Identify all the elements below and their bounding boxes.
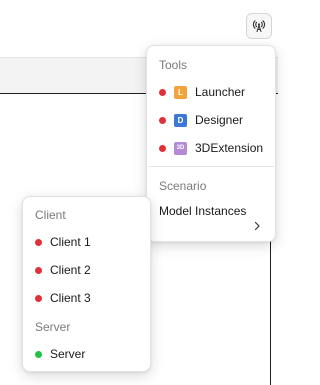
client-item-label: Client 3	[50, 291, 91, 305]
client-item-1[interactable]: Client 1	[35, 232, 91, 252]
tools-dropdown-menu: Tools L Launcher D Designer 3D 3DExtensi…	[146, 45, 276, 242]
server-item-label: Server	[50, 347, 86, 361]
tool-item-designer[interactable]: D Designer	[159, 110, 243, 130]
tool-item-label: Launcher	[195, 85, 246, 99]
3dextension-icon: 3D	[174, 141, 187, 155]
broadcast-antenna-icon	[252, 19, 266, 33]
designer-icon: D	[174, 113, 187, 127]
status-dot-red	[35, 238, 42, 246]
tool-item-label: Designer	[195, 113, 244, 127]
status-dot-red	[159, 116, 166, 124]
status-dot-red	[159, 88, 166, 96]
server-item[interactable]: Server	[35, 344, 85, 364]
menu-divider	[148, 166, 274, 167]
client-item-3[interactable]: Client 3	[35, 288, 91, 308]
chevron-right-icon	[253, 218, 261, 231]
status-dot-red	[159, 144, 166, 152]
model-instances-menu-item[interactable]: Model Instances	[159, 204, 265, 219]
client-item-2[interactable]: Client 2	[35, 260, 91, 280]
connection-status-button[interactable]	[246, 13, 272, 39]
tool-item-label: 3DExtension	[195, 141, 264, 155]
tools-heading: Tools	[159, 58, 188, 72]
server-heading: Server	[35, 320, 71, 334]
tool-item-3dextension[interactable]: 3D 3DExtension	[159, 138, 263, 158]
scenario-heading: Scenario	[159, 179, 207, 193]
tool-item-launcher[interactable]: L Launcher	[159, 82, 245, 102]
launcher-icon: L	[174, 85, 187, 99]
status-dot-red	[35, 266, 42, 274]
status-dot-green	[35, 350, 42, 358]
client-heading: Client	[35, 208, 66, 222]
status-dot-red	[35, 294, 42, 302]
client-server-dropdown-menu: Client Client 1 Client 2 Client 3 Server…	[22, 196, 151, 372]
client-item-label: Client 1	[50, 235, 91, 249]
client-item-label: Client 2	[50, 263, 91, 277]
